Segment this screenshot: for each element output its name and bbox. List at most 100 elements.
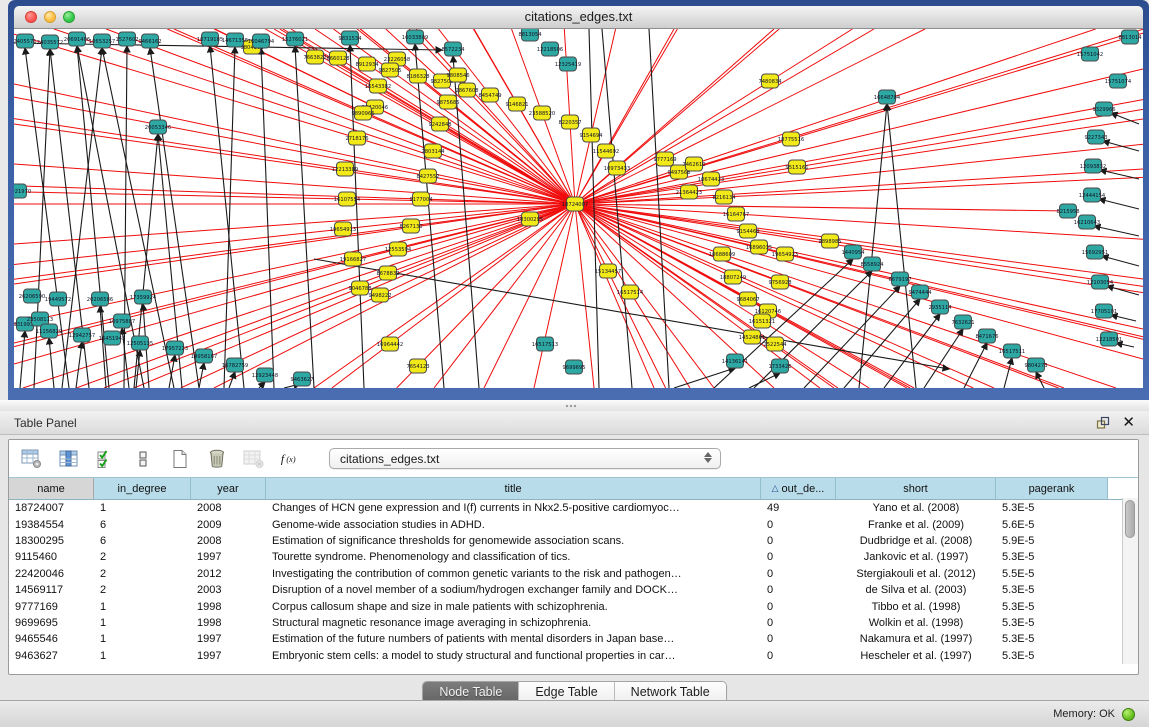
yellow-node-9684067[interactable]: 9684067 [736,292,759,306]
row-height-icon[interactable] [132,448,154,470]
yellow-node-10688609[interactable]: 10688609 [709,247,735,261]
yellow-node-8660128[interactable]: 8660128 [326,51,349,65]
yellow-node-7663822[interactable]: 7663822 [303,50,326,64]
yellow-node-9756928[interactable]: 9756928 [768,275,791,289]
show-columns-icon[interactable] [58,448,80,470]
yellow-node-8427552[interactable]: 8427552 [416,169,439,183]
teal-node-15751074[interactable]: 15751074 [1105,74,1132,88]
create-column-icon[interactable] [169,448,191,470]
yellow-node-9498222[interactable]: 9498222 [368,288,391,302]
column-header-name[interactable]: name [9,478,94,499]
column-header-year[interactable]: year [191,478,266,499]
teal-node-19449572[interactable]: 19449572 [45,292,71,306]
teal-node-14136141[interactable]: 14136141 [722,354,748,368]
teal-node-15751042[interactable]: 15751042 [1077,47,1103,61]
teal-node-16033809[interactable]: 16033809 [402,30,428,44]
teal-node-9804273[interactable]: 9804273 [1024,358,1047,372]
teal-node-9329966[interactable]: 9329966 [1092,102,1115,116]
table-row[interactable]: 1872400712008Changes of HCN gene express… [9,500,1138,516]
yellow-node-8454749[interactable]: 8454749 [478,88,501,102]
teal-node-9831534[interactable]: 9831534 [338,31,362,45]
yellow-node-10973433[interactable]: 10973433 [604,161,630,175]
teal-node-9474444[interactable]: 9474444 [908,285,932,299]
teal-node-9699695[interactable]: 9699695 [562,360,585,374]
teal-node-26206590[interactable]: 26206590 [19,289,45,303]
close-panel-icon[interactable]: ✕ [1122,411,1135,435]
table-row[interactable]: 1938455462009Genome-wide association stu… [9,516,1138,532]
table-row[interactable]: 977716911998Corpus callosum shape and si… [9,598,1138,614]
table-row[interactable]: 911546021997Tourette syndrome. Phenomeno… [9,549,1138,565]
yellow-node-2803144[interactable]: 2803144 [421,144,445,158]
yellow-node-14524861[interactable]: 14524861 [739,330,765,344]
yellow-node-9154694[interactable]: 9154694 [579,128,603,142]
float-panel-icon[interactable] [1096,416,1110,430]
teal-node-7632621[interactable]: 7632621 [951,315,974,329]
column-header-pagerank[interactable]: pagerank [996,478,1108,499]
yellow-node-16543382[interactable]: 16543382 [365,79,391,93]
yellow-node-2867608[interactable]: 2867608 [455,83,478,97]
yellow-node-7480834[interactable]: 7480834 [758,74,782,88]
yellow-node-15134457[interactable]: 15134457 [595,264,621,278]
teal-node-8471676[interactable]: 8471676 [975,329,998,343]
teal-node-8813014[interactable]: 8813014 [1118,30,1142,44]
yellow-node-9177004[interactable]: 9177004 [409,192,433,206]
teal-node-12923448[interactable]: 12923448 [252,368,278,382]
function-builder-icon[interactable]: f(x) [280,448,302,470]
minimize-window-button[interactable] [44,11,56,23]
yellow-node-8216134[interactable]: 8216134 [712,190,736,204]
teal-node-16517513[interactable]: 16517513 [532,337,558,351]
yellow-node-23588520[interactable]: 23588520 [529,106,555,120]
yellow-node-16964442[interactable]: 16964442 [377,337,403,351]
yellow-node-9242848[interactable]: 9242848 [428,117,451,131]
teal-node-2405571[interactable]: 2405571 [14,34,37,48]
teal-node-9227343[interactable]: 9227343 [1084,130,1107,144]
yellow-node-9808546[interactable]: 9808546 [446,68,469,82]
teal-node-8813054[interactable]: 8813054 [518,29,542,41]
teal-node-12942757[interactable]: 12942757 [69,328,95,342]
teal-node-12218506[interactable]: 12218506 [537,42,563,56]
teal-node-12505135[interactable]: 12505135 [127,336,153,350]
network-window-titlebar[interactable]: citations_edges.txt [14,6,1143,29]
table-row[interactable]: 946554611997Estimation of the future num… [9,631,1138,647]
teal-node-17359924[interactable]: 17359924 [130,290,157,304]
network-canvas[interactable]: 7663822866012889129342322605898275058186… [14,29,1143,388]
teal-node-10653257[interactable]: 10653257 [89,34,115,48]
yellow-node-9875685[interactable]: 9875685 [436,95,459,109]
yellow-node-9890966[interactable]: 9890966 [351,106,374,120]
teal-node-9463627[interactable]: 9463627 [290,372,313,386]
delete-column-icon[interactable] [206,448,228,470]
column-header-short[interactable]: short [836,478,996,499]
teal-node-10975887[interactable]: 10975887 [109,314,135,328]
yellow-node-9827505[interactable]: 9827505 [378,63,401,77]
column-header-out-de-[interactable]: △out_de... [761,478,836,499]
yellow-node-9515161[interactable]: 9515161 [785,160,808,174]
teal-node-24035572[interactable]: 24035572 [37,35,63,49]
yellow-node-12213389[interactable]: 12213389 [332,162,358,176]
teal-node-1527602[interactable]: 1527602 [115,32,138,46]
table-row[interactable]: 2242004622012Investigating the contribut… [9,566,1138,582]
teal-node-12325419[interactable]: 12325419 [555,57,581,71]
yellow-node-9898985[interactable]: 9898985 [818,234,841,248]
memory-ok-indicator[interactable] [1122,708,1135,721]
citation-network-graph[interactable]: 7663822866012889129342322605898275058186… [14,29,1143,388]
teal-node-2935114[interactable]: 2935114 [928,300,952,314]
teal-node-8558924[interactable]: 8558924 [860,257,884,271]
column-header-title[interactable]: title [266,478,761,499]
yellow-node-8678832[interactable]: 8678832 [376,266,399,280]
teal-node-6679197[interactable]: 6679197 [888,272,911,286]
teal-node-8215958[interactable]: 8215958 [1056,204,1079,218]
table-row[interactable]: 1456911722003Disruption of a novel membe… [9,582,1138,598]
table-vertical-scrollbar[interactable] [1122,498,1138,664]
yellow-node-8220357[interactable]: 8220357 [558,115,581,129]
table-row[interactable]: 946362711997Embryonic stem cells: a mode… [9,648,1138,664]
yellow-node-18807249[interactable]: 18807249 [720,270,746,284]
table-row[interactable]: 969969511998Structural magnetic resonanc… [9,615,1138,631]
yellow-node-9146821[interactable]: 9146821 [505,97,528,111]
select-visible-columns-icon[interactable] [95,448,117,470]
yellow-node-8267130[interactable]: 8267130 [399,219,422,233]
zoom-window-button[interactable] [63,11,75,23]
table-options-icon[interactable] [21,448,43,470]
teal-node-17957223[interactable]: 17957223 [162,341,188,355]
yellow-node-7462610[interactable]: 7462610 [682,157,705,171]
yellow-node-9777169[interactable]: 9777169 [653,152,676,166]
